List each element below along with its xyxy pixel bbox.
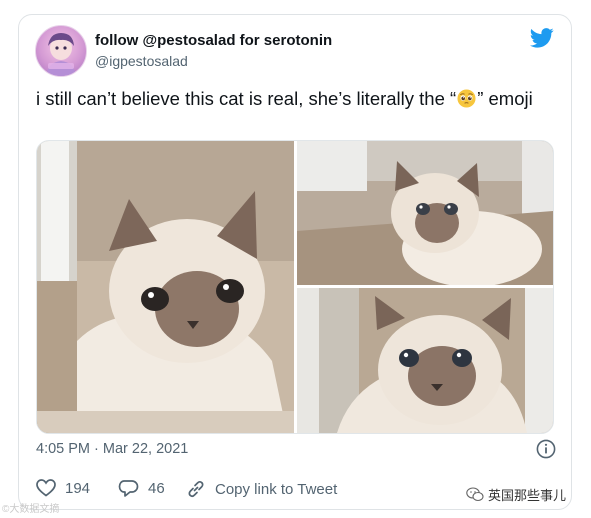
copy-link-label: Copy link to Tweet: [215, 480, 338, 498]
watermark-right-label: 英国那些事儿: [488, 488, 567, 503]
tweet-timestamp[interactable]: 4:05 PM · Mar 22, 2021: [36, 441, 188, 457]
twitter-bird-icon[interactable]: [530, 28, 554, 48]
user-handle[interactable]: @igpestosalad: [95, 53, 188, 69]
tweet-text-part: ” emoji: [477, 88, 533, 109]
copy-link-button[interactable]: Copy link to Tweet: [186, 479, 337, 499]
pleading-face-emoji-icon: [457, 89, 476, 108]
watermark-left: ©大数据文摘: [2, 504, 60, 515]
like-count: 194: [65, 479, 91, 497]
cat-photo-2[interactable]: [297, 141, 553, 285]
like-button[interactable]: 194: [36, 479, 90, 497]
reply-count: 46: [148, 480, 165, 497]
reply-icon: [118, 480, 139, 497]
tweet-text: i still can’t believe this cat is real, …: [36, 87, 556, 110]
cat-photo-1[interactable]: [37, 141, 294, 433]
watermark-right: 英国那些事儿: [466, 485, 566, 504]
tweet-text-part: i still can’t believe this cat is real, …: [36, 88, 457, 109]
reply-button[interactable]: 46: [118, 479, 165, 498]
link-icon: [188, 480, 204, 498]
cat-photo-3[interactable]: [297, 288, 553, 433]
tweet-card: follow @pestosalad for serotonin @igpest…: [18, 14, 572, 510]
tweet-media-grid: [36, 140, 554, 434]
wechat-icon: [466, 487, 484, 502]
info-icon[interactable]: [536, 439, 556, 459]
heart-icon: [36, 479, 56, 497]
avatar[interactable]: [35, 25, 87, 77]
display-name[interactable]: follow @pestosalad for serotonin: [95, 32, 332, 49]
